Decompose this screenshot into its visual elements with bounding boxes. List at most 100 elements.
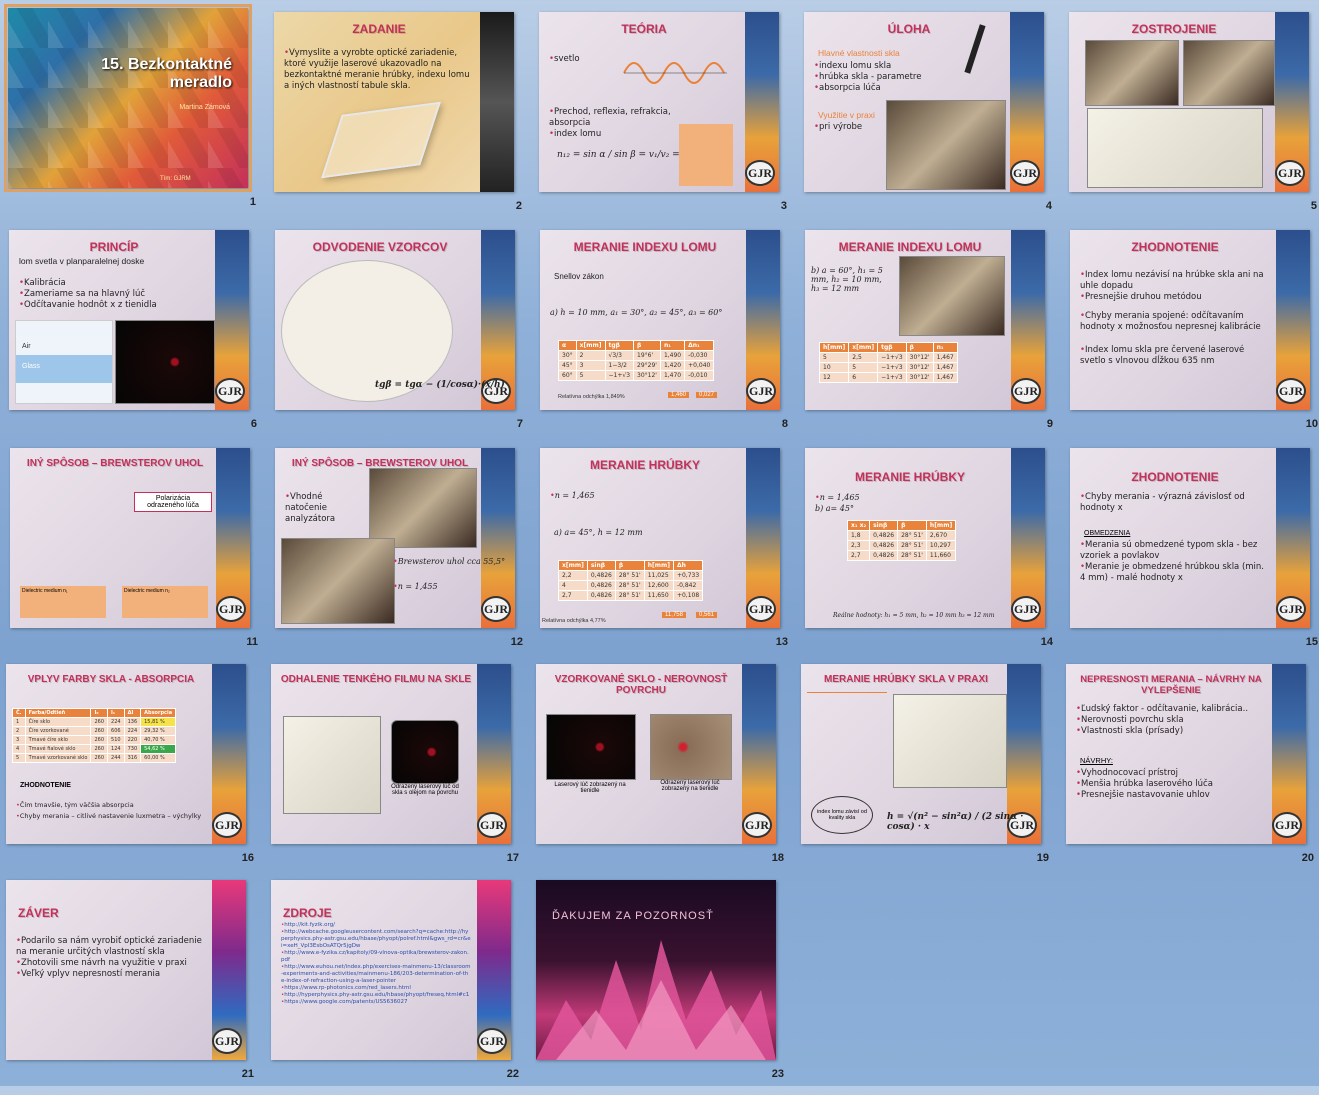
slide-number: 10 <box>1305 418 1318 430</box>
slide-number: 15 <box>1305 636 1318 648</box>
source-link[interactable]: http://www.e-fyzika.cz/kapitoly/09-vlnov… <box>281 950 471 964</box>
sketch-image <box>893 694 1007 788</box>
bullet: Vhodné natočenie analyzátora <box>285 492 365 525</box>
slide-9[interactable]: GJR MERANIE INDEXU LOMU b) a = 60°, h₁ =… <box>805 230 1045 410</box>
slide-23[interactable]: ĎAKUJEM ZA POZORNOSŤ <box>536 880 776 1060</box>
slide-20[interactable]: GJR NEPRESNOSTI MERANIA – NÁVRHY NA VYLE… <box>1066 664 1306 844</box>
slide-4[interactable]: GJR ÚLOHA Hlavné vlastnosti skla indexu … <box>804 12 1044 192</box>
bullet: Vlastnosti skla (prísady) <box>1076 726 1266 737</box>
medium-diagram-left: Dielectric medium n₁ <box>20 586 106 618</box>
slide-22[interactable]: GJR ZDROJE http://kit.fyzik.org/ http://… <box>271 880 511 1060</box>
slide-title: NEPRESNOSTI MERANIA – NÁVRHY NA VYLEPŠEN… <box>1080 674 1262 696</box>
slide-8[interactable]: GJR MERANIE INDEXU LOMU Snellov zákon a)… <box>540 230 780 410</box>
slide-thumb-23[interactable]: ĎAKUJEM ZA POZORNOSŤ 23 <box>536 880 786 1095</box>
slide-7[interactable]: GJR ODVODENIE VZORCOV tgβ = tgα − (1/cos… <box>275 230 515 410</box>
data-table: x[mm] sinβ β h[mm] Δh 2,2 0,4826 28° 51' 11,025… <box>558 560 704 601</box>
slide-thumb-14[interactable]: GJR MERANIE HRÚBKY n = 1,465 b) a= 45° x… <box>805 448 1055 663</box>
bullet: Kalibrácia <box>19 278 157 289</box>
analyzer-photo <box>281 538 395 624</box>
slide-thumb-16[interactable]: GJR VPLYV FARBY SKLA - ABSORPCIA Č. Farba… <box>6 664 256 879</box>
slide-title: MERANIE INDEXU LOMU <box>573 240 717 254</box>
slide-12[interactable]: GJR INÝ SPÔSOB – BREWSTEROV UHOL Vhodné … <box>275 448 515 628</box>
device-photo <box>886 100 1006 190</box>
slide-thumb-18[interactable]: GJR VZORKOVANÉ SKLO - NEROVNOSŤ POVRCHU … <box>536 664 786 879</box>
slide-thumb-7[interactable]: GJR ODVODENIE VZORCOV tgβ = tgα − (1/cos… <box>275 230 525 445</box>
bullet: Presnejšie nastavovanie uhlov <box>1076 790 1213 801</box>
deviation-note: Relatívna odchýlka 1,849% <box>558 394 625 400</box>
source-link[interactable]: http://www.euhou.net/index.php/exercises… <box>281 964 471 985</box>
delta-value: 0,027 <box>696 392 718 398</box>
slide-19[interactable]: GJR MERANIE HRÚBKY SKLA V PRAXI index lo… <box>801 664 1041 844</box>
slide-number: 19 <box>1036 852 1049 864</box>
subheading: NÁVRHY: <box>1080 756 1113 765</box>
slide-17[interactable]: GJR ODHALENIE TENKÉHO FILMU NA SKLE Odra… <box>271 664 511 844</box>
slide-thumb-19[interactable]: GJR MERANIE HRÚBKY SKLA V PRAXI index lo… <box>801 664 1051 879</box>
result-value: 1,460 <box>668 392 690 398</box>
bullet: Index lomu nezávisí na hrúbke skla ani n… <box>1080 270 1270 292</box>
gjr-logo: GJR <box>1276 378 1306 404</box>
slide-thumb-12[interactable]: GJR INÝ SPÔSOB – BREWSTEROV UHOL Vhodné … <box>275 448 525 663</box>
bullet: hrúbka skla - parametre <box>814 72 921 83</box>
slide-6[interactable]: GJR PRINCÍP lom svetla v planparalelnej … <box>9 230 249 410</box>
source-link[interactable]: http://kit.fyzik.org/ <box>281 922 471 929</box>
slide-thumb-4[interactable]: GJR ÚLOHA Hlavné vlastnosti skla indexu … <box>804 12 1054 227</box>
subheading: Hlavné vlastnosti skla <box>818 48 900 58</box>
slide-thumb-20[interactable]: GJR NEPRESNOSTI MERANIA – NÁVRHY NA VYLE… <box>1066 664 1316 879</box>
slide-11[interactable]: GJR INÝ SPÔSOB – BREWSTEROV UHOL Polariz… <box>10 448 250 628</box>
slide-number: 2 <box>515 200 522 212</box>
slide-thumb-21[interactable]: GJR ZÁVER Podarilo sa nám vyrobiť optick… <box>6 880 256 1095</box>
slide-thumb-17[interactable]: GJR ODHALENIE TENKÉHO FILMU NA SKLE Odra… <box>271 664 521 879</box>
slide-5[interactable]: GJR ZOSTROJENIE <box>1069 12 1309 192</box>
slide-15[interactable]: GJR ZHODNOTENIE Chyby merania - výrazná … <box>1070 448 1310 628</box>
slide-number: 20 <box>1301 852 1314 864</box>
wave-diagram <box>623 62 727 84</box>
laser-photo <box>650 714 732 780</box>
slide-number: 8 <box>781 418 788 430</box>
case-text: a) a= 45°, h = 12 mm <box>554 528 643 537</box>
slide-14[interactable]: GJR MERANIE HRÚBKY n = 1,465 b) a= 45° x… <box>805 448 1045 628</box>
slide-title: VZORKOVANÉ SKLO - NEROVNOSŤ POVRCHU <box>554 674 728 696</box>
slide-thumb-15[interactable]: GJR ZHODNOTENIE Chyby merania - výrazná … <box>1070 448 1319 663</box>
slide-1[interactable]: 15. Bezkontaktné meradlo Martina Zámová … <box>4 4 252 192</box>
slide-thumb-2[interactable]: ZADANIE Vymyslite a vyrobte optické zari… <box>274 12 524 227</box>
source-link[interactable]: https://www.rp-photonics.com/red_lasers.… <box>281 985 471 992</box>
bullet: Vymyslite a vyrobte optické zariadenie, … <box>284 48 474 92</box>
data-table: α x[mm] tgβ β n₁ Δn₁ 30° 2 √3/3 19°6' 1,490 -0,030… <box>558 340 715 381</box>
slide-number: 7 <box>516 418 523 430</box>
bullet: svetlo <box>549 54 580 65</box>
slide-thumb-3[interactable]: GJR TEÓRIA svetlo Prechod, reflexia, ref… <box>539 12 789 227</box>
gjr-logo: GJR <box>1011 378 1041 404</box>
slide-thumb-11[interactable]: GJR INÝ SPÔSOB – BREWSTEROV UHOL Polariz… <box>10 448 260 663</box>
slide-thumb-6[interactable]: GJR PRINCÍP lom svetla v planparalelnej … <box>9 230 259 445</box>
slide-3[interactable]: GJR TEÓRIA svetlo Prechod, reflexia, ref… <box>539 12 779 192</box>
slide-title: ODVODENIE VZORCOV <box>312 240 448 254</box>
source-link[interactable]: http://hyperphysics.phy-astr.gsu.edu/hba… <box>281 992 471 999</box>
slide-13[interactable]: GJR MERANIE HRÚBKY n = 1,465 a) a= 45°, … <box>540 448 780 628</box>
slide-number: 17 <box>506 852 519 864</box>
slide-number: 23 <box>771 1068 784 1080</box>
slide-thumb-22[interactable]: GJR ZDROJE http://kit.fyzik.org/ http://… <box>271 880 521 1095</box>
slide-title: ZHODNOTENIE <box>1131 470 1219 484</box>
slide-21[interactable]: GJR ZÁVER Podarilo sa nám vyrobiť optick… <box>6 880 246 1060</box>
slide-thumb-1[interactable]: 15. Bezkontaktné meradlo Martina Zámová … <box>4 4 258 223</box>
slide-number: 21 <box>241 1068 254 1080</box>
note-oval: index lomu závisí od kvality skla <box>811 796 873 834</box>
slide-thumb-9[interactable]: GJR MERANIE INDEXU LOMU b) a = 60°, h₁ =… <box>805 230 1055 445</box>
gjr-logo: GJR <box>745 160 775 186</box>
slide-16[interactable]: GJR VPLYV FARBY SKLA - ABSORPCIA Č. Farba… <box>6 664 246 844</box>
slide-thumb-5[interactable]: GJR ZOSTROJENIE 5 <box>1069 12 1319 227</box>
slide-10[interactable]: GJR ZHODNOTENIE Index lomu nezávisí na h… <box>1070 230 1310 410</box>
bullet: Menšia hrúbka laserového lúča <box>1076 779 1213 790</box>
device-photo <box>899 256 1005 336</box>
bullet: Meranie je obmedzené hrúbkou skla (min. … <box>1080 562 1270 584</box>
slide-thumb-13[interactable]: GJR MERANIE HRÚBKY n = 1,465 a) a= 45°, … <box>540 448 790 663</box>
source-link[interactable]: https://www.google.com/patents/US5636027 <box>281 999 471 1006</box>
source-link[interactable]: http://webcache.googleusercontent.com/se… <box>281 929 471 950</box>
slide-2[interactable]: ZADANIE Vymyslite a vyrobte optické zari… <box>274 12 514 192</box>
slide-number: 22 <box>506 1068 519 1080</box>
slide-number: 1 <box>249 196 256 208</box>
slide-thumb-10[interactable]: GJR ZHODNOTENIE Index lomu nezávisí na h… <box>1070 230 1319 445</box>
slide-number: 13 <box>775 636 788 648</box>
slide-thumb-8[interactable]: GJR MERANIE INDEXU LOMU Snellov zákon a)… <box>540 230 790 445</box>
slide-18[interactable]: GJR VZORKOVANÉ SKLO - NEROVNOSŤ POVRCHU … <box>536 664 776 844</box>
